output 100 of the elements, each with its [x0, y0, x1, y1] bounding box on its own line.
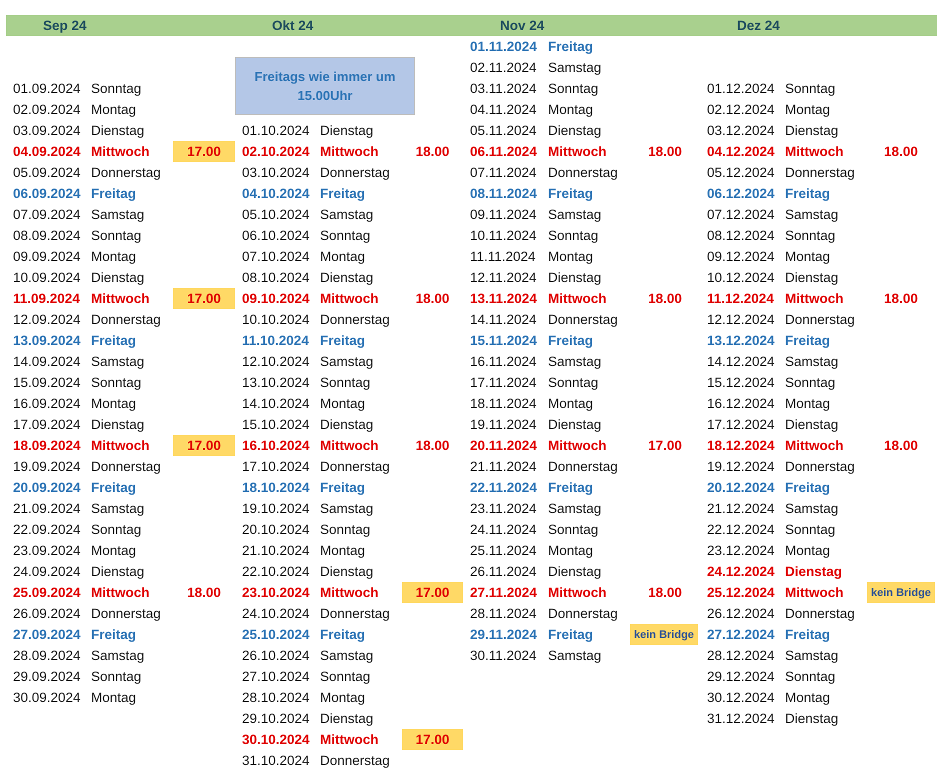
date-cell-text: 03.12.2024: [707, 123, 776, 138]
date-cell-text: 28.09.2024: [13, 648, 82, 663]
date-cell-text: 11.12.2024: [707, 291, 775, 306]
note-cell: kein Bridge: [867, 582, 935, 603]
weekday-cell-text: Freitag: [320, 333, 366, 348]
weekday-cell-text: Sonntag: [320, 669, 372, 684]
time-cell-text: 18.00: [414, 290, 450, 308]
weekday-cell-text: Dienstag: [91, 564, 146, 579]
weekday-cell-text: Sonntag: [91, 228, 142, 243]
note-cell: kein Bridge: [630, 624, 698, 645]
weekday-cell-text: Samstag: [91, 648, 146, 663]
date-cell-text: 06.09.2024: [13, 186, 82, 201]
weekday-cell-text: Donnerstag: [548, 165, 619, 180]
weekday-cell-text: Sonntag: [320, 522, 372, 537]
weekday-cell-text: Mittwoch: [320, 732, 380, 747]
date-cell-text: 16.11.2024: [470, 354, 538, 369]
date-cell-text: 20.09.2024: [13, 480, 82, 495]
weekday-cell-text: Dienstag: [548, 564, 602, 579]
weekday-cell-text: Freitag: [548, 480, 594, 495]
weekday-cell-text: Dienstag: [548, 123, 602, 138]
date-cell-text: 04.09.2024: [13, 144, 82, 159]
weekday-cell-text: Dienstag: [320, 417, 374, 432]
weekday-cell-text: Montag: [91, 249, 138, 264]
date-cell-text: 26.11.2024: [470, 564, 538, 579]
date-cell-text: 09.10.2024: [242, 291, 311, 306]
date-cell-text: 19.09.2024: [13, 459, 82, 474]
weekday-cell-text: Dienstag: [320, 711, 374, 726]
date-cell-text: 01.12.2024: [707, 81, 776, 96]
weekday-cell-text: Dienstag: [548, 417, 602, 432]
weekday-cell-text: Samstag: [320, 648, 374, 663]
weekday-cell-text: Samstag: [320, 354, 374, 369]
month-heading: Nov 24: [500, 18, 544, 33]
weekday-cell-text: Montag: [785, 690, 832, 705]
note-box: Freitags wie immer um 15.00Uhr: [235, 57, 415, 115]
date-cell-text: 20.12.2024: [707, 480, 776, 495]
weekday-cell-text: Mittwoch: [91, 438, 150, 453]
weekday-cell-text: Sonntag: [785, 375, 836, 390]
weekday-cell-text: Freitag: [785, 333, 832, 348]
date-cell-text: 03.09.2024: [13, 123, 82, 138]
weekday-cell-text: Dienstag: [320, 564, 374, 579]
weekday-cell-text: Donnerstag: [91, 165, 162, 180]
date-cell-text: 02.11.2024: [470, 60, 538, 75]
weekday-cell-text: Montag: [320, 690, 366, 705]
date-cell-text: 21.09.2024: [13, 501, 82, 516]
date-cell-text: 01.11.2024: [470, 39, 538, 54]
date-cell-text: 05.10.2024: [242, 207, 311, 222]
time-cell-text: 18.00: [414, 143, 450, 161]
date-cell-text: 03.10.2024: [242, 165, 311, 180]
weekday-cell-text: Montag: [785, 543, 832, 558]
time-cell: 17.00: [402, 582, 463, 603]
weekday-cell-text: Dienstag: [785, 564, 844, 579]
date-cell-text: 12.12.2024: [707, 312, 776, 327]
weekday-cell-text: Donnerstag: [91, 606, 162, 621]
date-cell-text: 22.09.2024: [13, 522, 82, 537]
date-cell-text: 21.10.2024: [242, 543, 311, 558]
date-cell-text: 28.12.2024: [707, 648, 776, 663]
date-cell-text: 30.09.2024: [13, 690, 82, 705]
date-cell-text: 17.09.2024: [13, 417, 82, 432]
weekday-cell-text: Freitag: [548, 627, 594, 642]
time-cell: 17.00: [173, 141, 235, 162]
date-cell-text: 21.12.2024: [707, 501, 776, 516]
weekday-cell-text: Samstag: [548, 207, 602, 222]
date-cell-text: 18.11.2024: [470, 396, 538, 411]
date-cell-text: 09.12.2024: [707, 249, 776, 264]
date-cell-text: 17.11.2024: [470, 375, 538, 390]
date-cell-text: 06.11.2024: [470, 144, 538, 159]
weekday-cell-text: Freitag: [320, 480, 366, 495]
date-cell-text: 25.12.2024: [707, 585, 776, 600]
date-cell-text: 21.11.2024: [470, 459, 538, 474]
weekday-cell-text: Freitag: [320, 627, 366, 642]
weekday-cell-text: Donnerstag: [548, 459, 619, 474]
weekday-cell-text: Mittwoch: [548, 438, 608, 453]
weekday-cell-text: Montag: [548, 543, 594, 558]
weekday-cell-text: Samstag: [320, 501, 374, 516]
weekday-cell-text: Dienstag: [91, 417, 146, 432]
weekday-cell-text: Freitag: [785, 186, 832, 201]
date-cell-text: 10.09.2024: [13, 270, 82, 285]
date-cell-text: 07.10.2024: [242, 249, 311, 264]
weekday-cell-text: Mittwoch: [785, 291, 844, 306]
date-cell-text: 14.11.2024: [470, 312, 538, 327]
date-cell-text: 11.09.2024: [13, 291, 81, 306]
weekday-cell-text: Samstag: [548, 60, 602, 75]
weekday-cell-text: Donnerstag: [548, 312, 619, 327]
weekday-cell-text: Montag: [785, 249, 832, 264]
date-cell-text: 08.12.2024: [707, 228, 776, 243]
date-cell-text: 27.09.2024: [13, 627, 82, 642]
date-cell-text: 29.12.2024: [707, 669, 776, 684]
weekday-cell-text: Freitag: [91, 480, 138, 495]
date-cell-text: 02.12.2024: [707, 102, 776, 117]
date-cell-text: 20.11.2024: [470, 438, 538, 453]
date-cell-text: 06.10.2024: [242, 228, 311, 243]
weekday-cell-text: Dienstag: [785, 711, 840, 726]
weekday-cell-text: Sonntag: [785, 228, 836, 243]
date-cell-text: 02.09.2024: [13, 102, 82, 117]
weekday-cell-text: Donnerstag: [785, 165, 856, 180]
date-cell-text: 14.09.2024: [13, 354, 82, 369]
weekday-cell-text: Mittwoch: [785, 585, 844, 600]
date-cell-text: 26.10.2024: [242, 648, 311, 663]
date-cell-text: 29.11.2024: [470, 627, 538, 642]
weekday-cell-text: Mittwoch: [320, 291, 380, 306]
